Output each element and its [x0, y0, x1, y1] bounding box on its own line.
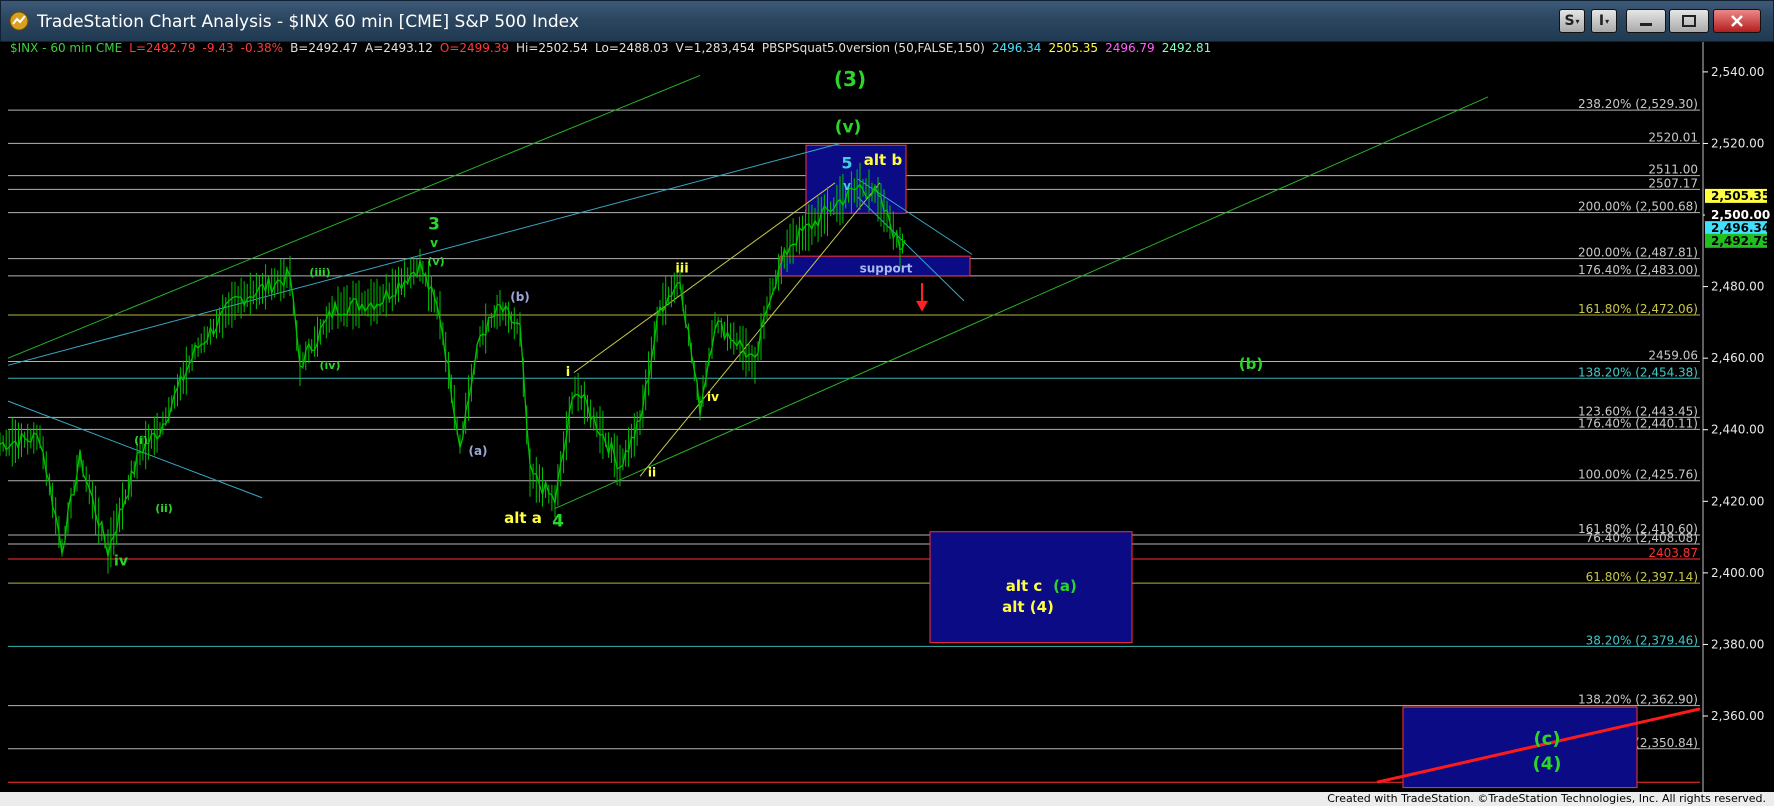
s-button-label: S	[1564, 13, 1575, 29]
level-label: 161.80% (2,472.06)	[1578, 302, 1698, 316]
wave-label: (a)	[468, 444, 487, 458]
s-toolbar-button[interactable]: S ▾	[1559, 9, 1585, 33]
close-button[interactable]	[1713, 9, 1761, 33]
legend-segment: B=2492.47	[290, 42, 358, 55]
wave-label: (4)	[1533, 754, 1562, 775]
chart-header-legend: $INX - 60 min CME L=2492.79 -9.43 -0.38% B=2…	[10, 42, 1211, 55]
level-label: 100.00% (2,425.76)	[1578, 468, 1698, 482]
wave-label: (v)	[427, 255, 444, 268]
wave-label: (b)	[1239, 355, 1263, 373]
level-label: 61.80% (2,397.14)	[1586, 570, 1698, 584]
wave-label: alt (4)	[1002, 598, 1054, 616]
wave-label: ii	[648, 465, 656, 479]
window-title: TradeStation Chart Analysis - $INX 60 mi…	[37, 12, 579, 32]
i-button-label: I	[1598, 13, 1605, 29]
legend-segment: $INX - 60 min CME	[10, 42, 122, 55]
tradestation-app-icon	[9, 11, 29, 31]
legend-segment: O=2499.39	[440, 42, 509, 55]
price-chart[interactable]: $INX - 60 min CME L=2492.79 -9.43 -0.38% B=2…	[0, 42, 1774, 792]
wave-label: iv	[114, 554, 128, 570]
legend-segment: -9.43	[203, 42, 234, 55]
wave-label: 5	[841, 154, 852, 173]
legend-segment: V=1,283,454	[676, 42, 755, 55]
window-titlebar: TradeStation Chart Analysis - $INX 60 mi…	[0, 0, 1774, 42]
level-label: 238.20% (2,529.30)	[1578, 97, 1698, 111]
wave-4-box	[1402, 706, 1638, 789]
wave-label: support	[860, 261, 913, 275]
legend-segment: PBSPSquat5.0version (50,FALSE,150)	[762, 42, 985, 55]
wave-label: (ii)	[155, 502, 173, 515]
axis-tick-label: 2,440.00	[1711, 423, 1764, 437]
wave-label: (i)	[134, 434, 148, 447]
dropdown-caret-icon: ▾	[1605, 16, 1610, 26]
minimize-icon	[1640, 23, 1652, 26]
wave-label: alt b	[864, 151, 903, 169]
maximize-button[interactable]	[1669, 9, 1709, 33]
price-tag: 2,505.35	[1705, 188, 1770, 203]
wave-label: (3)	[834, 67, 866, 91]
dropdown-caret-icon: ▾	[1575, 16, 1580, 26]
legend-segment: L=2492.79	[129, 42, 195, 55]
legend-segment: 2492.81	[1162, 42, 1212, 55]
legend-segment: 2505.35	[1048, 42, 1098, 55]
level-label: 176.40% (2,440.11)	[1578, 416, 1698, 430]
level-label: 2507.17	[1648, 176, 1698, 190]
wave-label: iv	[707, 390, 719, 404]
level-label: 2403.87	[1648, 546, 1698, 560]
level-label: 2511.00	[1648, 163, 1698, 177]
wave-label: iii	[675, 261, 688, 276]
level-label: 76.40% (2,408.08)	[1586, 531, 1698, 545]
wave-label: v	[843, 179, 851, 193]
axis-tick-label: 2,480.00	[1711, 280, 1764, 294]
wave-label: (iv)	[320, 359, 341, 372]
level-label: 38.20% (2,379.46)	[1586, 633, 1698, 647]
price-tag-label: 2,500.00	[1711, 208, 1770, 222]
legend-segment: Lo=2488.03	[595, 42, 669, 55]
legend-segment: A=2493.12	[365, 42, 433, 55]
level-label: 2520.01	[1648, 130, 1698, 144]
wave-label: v	[430, 236, 438, 250]
legend-segment: -0.38%	[241, 42, 283, 55]
axis-tick-label: 2,520.00	[1711, 136, 1764, 150]
level-label: 200.00% (2,487.81)	[1578, 246, 1698, 260]
wave-label: (iii)	[309, 266, 330, 279]
axis-tick-label: 2,460.00	[1711, 351, 1764, 365]
wave-label: i	[566, 365, 570, 380]
level-label: 138.20% (2,362.90)	[1578, 693, 1698, 707]
minimize-button[interactable]	[1626, 9, 1666, 33]
axis-tick-label: 2,380.00	[1711, 637, 1764, 651]
wave-label: (a)	[1053, 577, 1077, 595]
price-tag: 2,500.00	[1705, 208, 1770, 223]
axis-tick-label: 2,360.00	[1711, 709, 1764, 723]
wave-label: (c)	[1533, 729, 1560, 750]
wave-label: alt c	[1006, 577, 1043, 595]
level-label: 2459.06	[1648, 349, 1698, 363]
price-tag: 2,492.79	[1705, 233, 1770, 248]
wave-label: (v)	[835, 118, 862, 138]
level-label: 200.00% (2,500.68)	[1578, 200, 1698, 214]
axis-tick-label: 2,400.00	[1711, 566, 1764, 580]
price-tag-label: 2,492.79	[1711, 234, 1770, 248]
wave-label: 4	[552, 511, 564, 531]
copyright-text: Created with TradeStation. ©TradeStation…	[1327, 792, 1766, 805]
wave-label: 3	[428, 214, 440, 234]
wave-label: alt a	[504, 509, 542, 527]
footer-bar: Created with TradeStation. ©TradeStation…	[0, 792, 1774, 806]
close-icon	[1731, 15, 1743, 27]
maximize-icon	[1682, 15, 1696, 27]
axis-tick-label: 2,420.00	[1711, 494, 1764, 508]
level-label: 138.20% (2,454.38)	[1578, 365, 1698, 379]
wave-label: (b)	[510, 290, 530, 304]
legend-segment: 2496.79	[1105, 42, 1155, 55]
legend-segment: 2496.34	[992, 42, 1042, 55]
price-tag-label: 2,505.35	[1711, 189, 1770, 203]
axis-tick-label: 2,540.00	[1711, 65, 1764, 79]
i-toolbar-button[interactable]: I ▾	[1591, 9, 1617, 33]
legend-segment: Hi=2502.54	[516, 42, 588, 55]
level-label: 176.40% (2,483.00)	[1578, 263, 1698, 277]
